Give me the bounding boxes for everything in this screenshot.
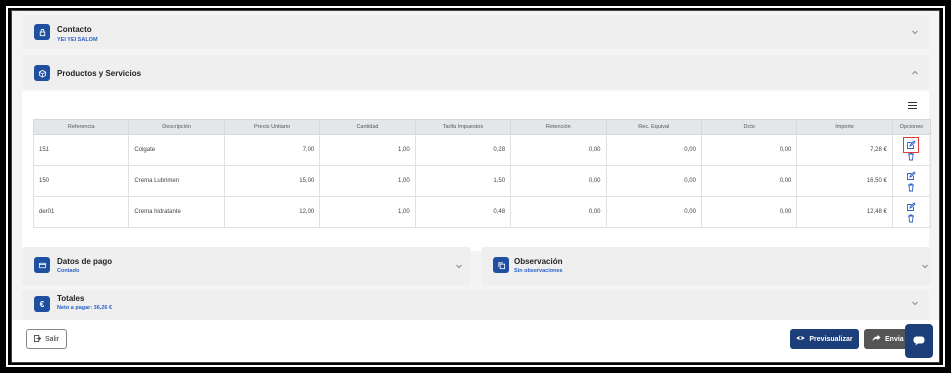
cell-referencia: 151 [32, 134, 130, 166]
col-header[interactable]: Retención [510, 119, 607, 135]
menu-icon[interactable] [908, 102, 917, 109]
contacto-subtitle: YEI YEI SALOM [57, 37, 98, 43]
col-header[interactable]: Descripción [128, 119, 225, 135]
chevron-down-icon[interactable] [921, 262, 929, 270]
trash-icon[interactable] [906, 213, 916, 223]
cell-retencion: 0,00 [510, 196, 607, 228]
copy-icon [493, 257, 509, 273]
eye-icon [796, 334, 805, 344]
cell-precio: 12,00 [223, 196, 321, 228]
section-contacto[interactable]: Contacto YEI YEI SALOM [22, 15, 929, 49]
cell-tarifa: 0,28 [414, 134, 512, 166]
enviar-label: Envia [885, 335, 904, 343]
trash-icon[interactable] [906, 151, 916, 161]
col-header: Opciones [891, 119, 932, 135]
previsualizar-label: Previsualizar [809, 335, 853, 343]
table-row: 151 Colgate 7,00 1,00 0,28 0,00 0,00 0,0… [32, 134, 932, 166]
table-row: der01 Crema hidratante 12,00 1,00 0,48 0… [32, 196, 932, 228]
cell-cantidad: 1,00 [319, 165, 416, 197]
table-row: 150 Crema Lubrimen 15,00 1,00 1,50 0,00 … [32, 165, 932, 197]
previsualizar-button[interactable]: Previsualizar [790, 329, 859, 349]
footer-bar: Salir Previsualizar Envia [12, 320, 939, 362]
share-icon [872, 334, 881, 344]
col-header[interactable]: Cantidad [319, 119, 416, 135]
cell-dcto: 0,00 [700, 165, 798, 197]
chevron-up-icon[interactable] [911, 69, 919, 77]
observacion-subtitle: Sin observaciones [514, 268, 563, 274]
cell-importe: 12,48 € [796, 196, 893, 228]
cell-retencion: 0,00 [510, 134, 607, 166]
chevron-down-icon[interactable] [911, 28, 919, 36]
cell-dcto: 0,00 [700, 196, 798, 228]
chevron-down-icon[interactable] [911, 299, 919, 307]
app-screen: Contacto YEI YEI SALOM Productos y Servi… [11, 10, 940, 363]
cell-importe: 16,50 € [796, 165, 893, 197]
productos-title: Productos y Servicios [57, 69, 142, 78]
cell-tarifa: 1,50 [414, 165, 512, 197]
pago-subtitle: Contado [57, 268, 80, 274]
salir-button[interactable]: Salir [26, 329, 67, 349]
lock-icon [34, 24, 50, 40]
salir-label: Salir [44, 335, 59, 343]
cell-opciones [891, 134, 932, 166]
table-header-row: Referencia Descripción Precio Unitario C… [32, 119, 932, 135]
observacion-title: Observación [514, 257, 563, 266]
section-datos-pago[interactable]: Datos de pago Contado [22, 247, 471, 285]
products-table: Referencia Descripción Precio Unitario C… [32, 119, 932, 228]
section-totales[interactable]: € Totales Neto a pagar: 36,26 € [22, 290, 929, 322]
contacto-title: Contacto [57, 25, 92, 34]
euro-icon: € [34, 296, 50, 312]
productos-panel: Referencia Descripción Precio Unitario C… [22, 91, 932, 251]
edit-icon[interactable] [903, 136, 920, 153]
cell-precio: 7,00 [223, 134, 321, 166]
totales-subtitle: Neto a pagar: 36,26 € [57, 305, 113, 311]
box-icon [34, 65, 50, 81]
cell-retencion: 0,00 [510, 165, 607, 197]
cell-rec-equival: 0,00 [605, 196, 702, 228]
cell-opciones [891, 165, 932, 197]
cell-precio: 15,00 [223, 165, 321, 197]
cell-cantidad: 1,00 [319, 196, 416, 228]
chevron-down-icon[interactable] [455, 262, 463, 270]
cell-rec-equival: 0,00 [605, 134, 702, 166]
cell-rec-equival: 0,00 [605, 165, 702, 197]
cell-referencia: 150 [32, 165, 130, 197]
cell-importe: 7,28 € [796, 134, 893, 166]
cell-descripcion: Colgate [128, 134, 225, 166]
chat-icon[interactable] [905, 324, 933, 358]
cell-tarifa: 0,48 [414, 196, 512, 228]
edit-icon[interactable] [906, 201, 917, 212]
col-header[interactable]: Tarifa Impuestos [414, 119, 512, 135]
section-productos[interactable]: Productos y Servicios [22, 55, 929, 89]
col-header[interactable]: Importe [796, 119, 893, 135]
col-header[interactable]: Rec. Equival [605, 119, 702, 135]
cell-descripcion: Crema Lubrimen [128, 165, 225, 197]
card-icon [34, 257, 50, 273]
pago-title: Datos de pago [57, 257, 113, 266]
cell-opciones [891, 196, 932, 228]
totales-title: Totales [57, 294, 85, 303]
col-header[interactable]: Precio Unitario [223, 119, 321, 135]
exit-icon [34, 334, 42, 344]
cell-cantidad: 1,00 [319, 134, 416, 166]
edit-icon[interactable] [906, 170, 917, 181]
section-observacion[interactable]: Observación Sin observaciones [481, 247, 931, 285]
cell-dcto: 0,00 [700, 134, 798, 166]
cell-descripcion: Crema hidratante [128, 196, 225, 228]
col-header[interactable]: Dcto [700, 119, 798, 135]
col-header[interactable]: Referencia [32, 119, 130, 135]
trash-icon[interactable] [906, 182, 916, 192]
cell-referencia: der01 [32, 196, 130, 228]
